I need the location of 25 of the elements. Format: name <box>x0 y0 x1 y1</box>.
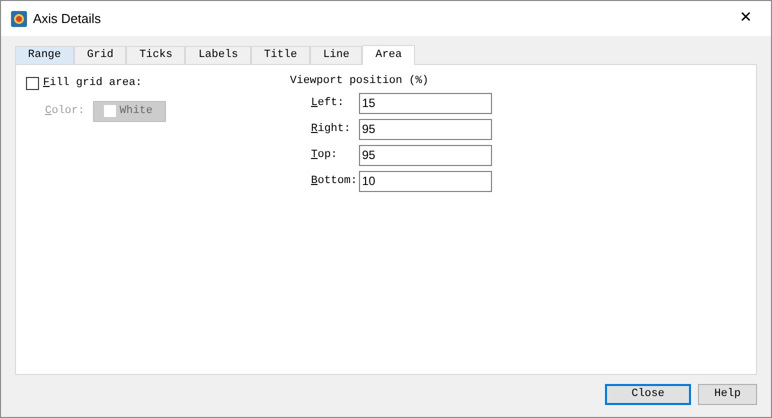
dialog-button[interactable]: Close <box>605 384 691 405</box>
tab[interactable]: Range <box>15 46 74 64</box>
color-swatch <box>104 105 116 117</box>
input-field[interactable]: 95 <box>359 144 492 166</box>
color-label: Color: <box>45 104 85 119</box>
input-field[interactable]: 10 <box>359 170 492 192</box>
field-label: Bottom: <box>311 174 358 189</box>
window-title: Axis Details <box>33 10 101 28</box>
close-button[interactable]: ✕ <box>731 6 761 32</box>
dialog-button[interactable]: Help <box>698 384 757 405</box>
field-label: Right: <box>311 122 352 137</box>
tab[interactable]: Line <box>310 46 362 64</box>
tab[interactable]: Labels <box>185 46 252 64</box>
checkbox-label: Fill grid area: <box>43 76 142 91</box>
tab[interactable]: Ticks <box>126 46 186 64</box>
field-label: Left: <box>311 96 346 111</box>
app-icon <box>11 10 27 26</box>
field-label: Top: <box>311 148 338 163</box>
section-title: Viewport position (%) <box>290 74 430 89</box>
tab[interactable]: Area <box>362 45 415 65</box>
input-field[interactable]: 15 <box>359 92 492 114</box>
tab[interactable]: Grid <box>74 46 126 64</box>
checkbox[interactable] <box>26 76 39 90</box>
input-field[interactable]: 95 <box>359 118 492 140</box>
tab[interactable]: Title <box>251 46 310 64</box>
